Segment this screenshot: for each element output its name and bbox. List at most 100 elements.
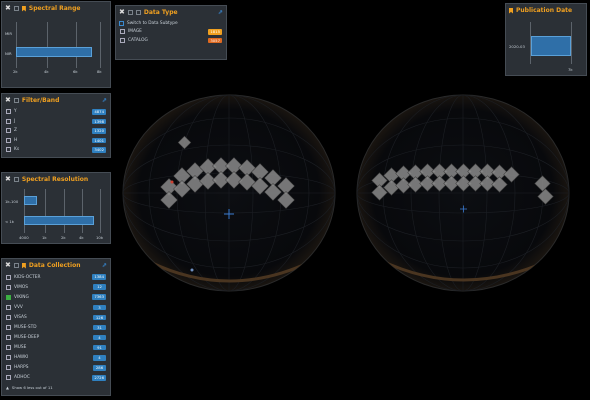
count-badge: 31: [93, 324, 106, 331]
publication-date-bar[interactable]: [531, 36, 571, 56]
panel-header: ✖ Filter/Band ⇗: [2, 94, 110, 107]
spectral-resolution-bar-lt-1k[interactable]: [24, 216, 94, 225]
count-badge: 4: [93, 355, 106, 361]
panel-title: Filter/Band: [21, 97, 60, 104]
panel-header: ✖ Spectral Range: [2, 2, 110, 15]
tick-label: 1k: [42, 235, 47, 240]
bar-label: MIR: [5, 31, 13, 36]
count-badge: 12: [93, 284, 106, 290]
expand-icon[interactable]: [135, 10, 141, 15]
collection-item[interactable]: VIMOS 12: [2, 282, 110, 292]
count-badge: 2726: [92, 375, 106, 381]
count-badge: 4: [93, 334, 106, 341]
grid-line: [100, 189, 101, 233]
collection-item[interactable]: KIDS-OCTER 1384: [2, 272, 110, 282]
switch-subtype-row[interactable]: Switch to Data Subtype: [116, 19, 226, 28]
minimize-icon[interactable]: [13, 177, 19, 182]
count-badge: 126: [93, 314, 106, 321]
close-icon[interactable]: ✖: [119, 9, 125, 16]
grid-line: [47, 22, 48, 68]
filter-item[interactable]: Ks 3402: [2, 145, 110, 155]
panel-title: Publication Date: [516, 7, 573, 14]
item-label: MUSE-DEEP: [14, 335, 40, 341]
spectral-range-panel: ✖ Spectral Range MIR NIR 2k 4k 6k 8k: [1, 1, 111, 88]
count-badge: 91: [93, 344, 106, 351]
checkbox[interactable]: [6, 284, 11, 290]
collection-item[interactable]: MUSE-DEEP 4: [2, 333, 110, 343]
item-label: H: [14, 137, 18, 143]
tick-label: 6k: [73, 69, 78, 74]
close-icon[interactable]: ✖: [5, 5, 11, 12]
collection-item[interactable]: VIKING 7363: [2, 292, 110, 302]
count-badge: 3402: [92, 147, 106, 153]
checkbox[interactable]: [120, 29, 125, 35]
minimize-icon[interactable]: [13, 98, 19, 103]
show-less-label: Show 6 less out of 11: [11, 384, 53, 390]
checkbox[interactable]: [6, 147, 11, 153]
grid-line: [45, 189, 46, 233]
close-icon[interactable]: ✖: [5, 262, 11, 269]
grid-line: [100, 22, 101, 68]
data-type-panel: ✖ Data Type ⇗ Switch to Data Subtype IMA…: [115, 5, 227, 60]
collection-item[interactable]: HAWKI 4: [2, 353, 110, 363]
checkbox[interactable]: [6, 325, 11, 331]
count-badge: 1320: [92, 128, 106, 134]
panel-title: Data Collection: [28, 262, 81, 269]
checkbox[interactable]: [6, 375, 11, 381]
data-type-item[interactable]: CATALOG 3057: [116, 36, 226, 45]
spectral-resolution-bar-1k-100[interactable]: [24, 196, 37, 205]
switch-toggle[interactable]: [119, 20, 124, 26]
checkbox[interactable]: [6, 128, 11, 134]
bookmark-icon: [21, 5, 26, 12]
close-icon[interactable]: ✖: [5, 97, 11, 104]
item-label: HAWKI: [14, 355, 29, 361]
collection-item[interactable]: ADHOC 2726: [2, 373, 110, 383]
item-label: Y: [14, 109, 17, 115]
external-link-icon[interactable]: ⇗: [102, 97, 107, 104]
checkbox[interactable]: [6, 137, 11, 143]
filter-item[interactable]: J 1398: [2, 117, 110, 127]
close-icon[interactable]: ✖: [5, 176, 11, 183]
grid-line: [76, 22, 77, 68]
filter-item[interactable]: Y 4874: [2, 107, 110, 117]
checkbox[interactable]: [6, 118, 11, 124]
checkbox[interactable]: [6, 365, 11, 371]
filter-item[interactable]: H 1401: [2, 136, 110, 146]
checkbox[interactable]: [120, 37, 125, 43]
minimize-icon[interactable]: [13, 263, 19, 268]
right-hemisphere: [356, 94, 570, 292]
collection-item[interactable]: VVV 3: [2, 302, 110, 312]
filter-item[interactable]: Z 1320: [2, 126, 110, 136]
item-label: ADHOC: [14, 375, 30, 381]
panel-title: Spectral Resolution: [21, 176, 89, 183]
item-label: Ks: [14, 147, 20, 153]
external-link-icon[interactable]: ⇗: [218, 9, 223, 16]
switch-label: Switch to Data Subtype: [127, 20, 178, 26]
tick-label: 2k: [13, 69, 18, 74]
minimize-icon[interactable]: [127, 10, 133, 15]
checkbox[interactable]: [6, 274, 11, 280]
checkbox[interactable]: [6, 304, 11, 310]
collection-item[interactable]: HARPS 286: [2, 363, 110, 373]
bookmark-icon: [509, 7, 513, 14]
minimize-icon[interactable]: [13, 6, 19, 11]
collection-item[interactable]: MUSE 91: [2, 343, 110, 353]
spectral-range-bar-nir[interactable]: [16, 47, 92, 57]
checkbox[interactable]: [6, 335, 11, 341]
collection-item[interactable]: MUSE-STD 31: [2, 322, 110, 332]
show-less-link[interactable]: ▲ Show 6 less out of 11: [2, 383, 110, 391]
count-badge: 1398: [92, 118, 106, 124]
spectral-resolution-panel: ✖ Spectral Resolution 1k-100 < 1k 4000 1…: [1, 172, 111, 244]
checkbox[interactable]: [6, 109, 11, 115]
grid-line: [64, 189, 65, 233]
checkbox[interactable]: [6, 314, 11, 320]
checkbox[interactable]: [6, 355, 11, 361]
external-link-icon[interactable]: ⇗: [102, 262, 107, 269]
checkbox[interactable]: [6, 345, 11, 351]
chevron-up-icon: ▲: [6, 384, 9, 390]
collection-item[interactable]: VISAS 126: [2, 312, 110, 322]
checkbox[interactable]: [6, 294, 11, 300]
tick-label: 2k: [61, 235, 66, 240]
data-type-item[interactable]: IMAGE 1815: [116, 28, 226, 37]
tick-label: 10k: [96, 235, 104, 240]
